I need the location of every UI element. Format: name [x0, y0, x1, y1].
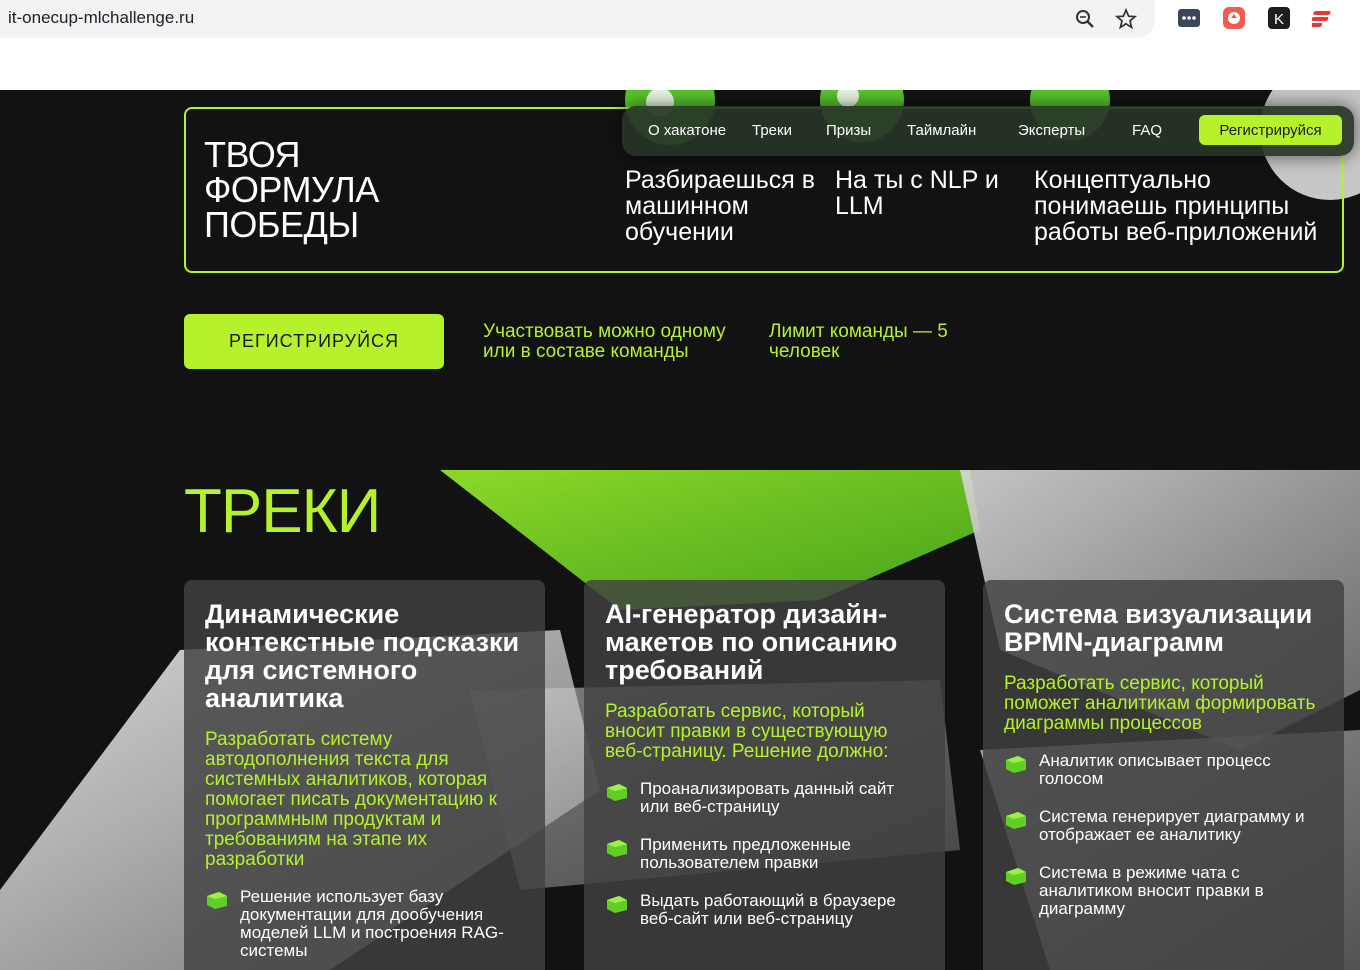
track-card-2[interactable]: AI-генератор дизайн-макетов по описанию … — [584, 580, 945, 970]
track-bullet: Система генерирует диаграмму и отображае… — [1004, 808, 1324, 844]
nav-timeline[interactable]: Таймлайн — [907, 122, 976, 139]
hero-feature-web: Концептуально понимаешь принципы работы … — [1034, 166, 1318, 246]
green-cube-icon — [607, 784, 627, 801]
green-cube-icon — [1006, 756, 1026, 773]
nav-prizes[interactable]: Призы — [826, 122, 871, 139]
hero-feature-ml: Разбираешься в машинном обучении — [625, 166, 815, 246]
url-text[interactable]: it-onecup-mlchallenge.ru — [8, 8, 194, 28]
register-button[interactable]: РЕГИСТРИРУЙСЯ — [184, 314, 444, 369]
track-bullet: Выдать работающий в браузере веб-сайт ил… — [605, 892, 925, 928]
track-card-title: Динамические контекстные подсказки для с… — [205, 599, 520, 713]
extension-red-icon[interactable] — [1222, 6, 1246, 30]
hero-feature-nlp: На ты с NLP и LLM — [835, 166, 999, 220]
green-cube-icon — [1006, 812, 1026, 829]
track-bullet: Применить предложенные пользователем пра… — [605, 836, 925, 872]
track-bullet: Система в режиме чата с аналитиком вноси… — [1004, 864, 1324, 918]
nav-about[interactable]: О хакатоне — [648, 122, 726, 139]
bookmark-star-icon[interactable] — [1115, 8, 1137, 30]
address-bar[interactable]: it-onecup-mlchallenge.ru — [0, 0, 1155, 38]
svg-text:K: K — [1274, 11, 1284, 28]
track-card-description: Разработать сервис, который вносит правк… — [605, 701, 889, 762]
nav-tracks[interactable]: Треки — [752, 122, 792, 139]
landing-page: ТВОЯ ФОРМУЛА ПОБЕДЫ Разбираешься в машин… — [0, 90, 1360, 970]
nav-faq[interactable]: FAQ — [1132, 122, 1162, 139]
track-bullet: Аналитик описывает процесс голосом — [1004, 752, 1324, 788]
tracks-heading: ТРЕКИ — [184, 477, 381, 546]
extension-dots-icon[interactable] — [1177, 6, 1201, 30]
hero-title: ТВОЯ ФОРМУЛА ПОБЕДЫ — [204, 134, 379, 245]
track-bullet: Проанализировать данный сайт или веб-стр… — [605, 780, 925, 816]
team-limit-note: Лимит команды — 5 человек — [769, 321, 948, 362]
track-card-1[interactable]: Динамические контекстные подсказки для с… — [184, 580, 545, 970]
nav-register-button[interactable]: Регистрируйся — [1199, 115, 1342, 145]
green-cube-icon — [1006, 868, 1026, 885]
track-card-title: AI-генератор дизайн-макетов по описанию … — [605, 599, 898, 685]
zoom-icon[interactable] — [1074, 8, 1096, 30]
track-card-description: Разработать систему автодополнения текст… — [205, 729, 497, 870]
track-bullet: Решение использует базу документации для… — [205, 888, 525, 960]
green-cube-icon — [607, 896, 627, 913]
green-cube-icon — [207, 892, 227, 909]
nav-experts[interactable]: Эксперты — [1018, 122, 1085, 139]
top-navigation: О хакатоне Треки Призы Таймлайн Эксперты… — [622, 106, 1354, 156]
extension-stack-icon[interactable] — [1312, 6, 1336, 30]
extension-k-icon[interactable]: K — [1267, 6, 1291, 30]
participation-note: Участвовать можно одному или в составе к… — [483, 321, 726, 362]
green-cube-icon — [607, 840, 627, 857]
track-card-3[interactable]: Система визуализации BPMN-диаграмм Разра… — [983, 580, 1344, 970]
page-top-strip — [0, 38, 1360, 90]
track-card-description: Разработать сервис, который поможет анал… — [1004, 673, 1316, 734]
track-card-title: Система визуализации BPMN-диаграмм — [1004, 599, 1313, 657]
